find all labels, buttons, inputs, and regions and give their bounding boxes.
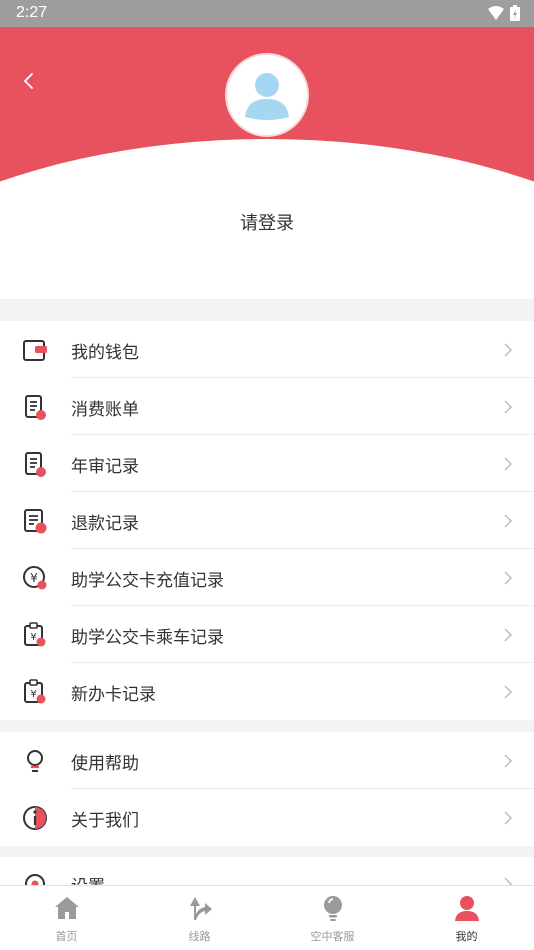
bottom-tab-bar: 首页 线路 空中客服 我的 bbox=[0, 885, 534, 950]
service-icon bbox=[324, 896, 342, 921]
annual-review-icon bbox=[25, 452, 46, 477]
tab-mine[interactable]: 我的 bbox=[400, 886, 533, 950]
recharge-icon: ¥ bbox=[23, 566, 47, 590]
new-card-icon: ¥ bbox=[24, 679, 46, 704]
chevron-right-icon bbox=[504, 514, 513, 528]
battery-icon bbox=[510, 5, 520, 21]
menu-section-records: 我的钱包 消费账单 年审记录 退款记录 ¥ 助学公交卡充值记录 ¥ 助学公交卡乘… bbox=[0, 321, 534, 720]
menu-item-ride-record[interactable]: ¥ 助学公交卡乘车记录 bbox=[0, 606, 534, 663]
svg-text:¥: ¥ bbox=[30, 571, 38, 585]
menu-item-about[interactable]: 关于我们 bbox=[0, 789, 534, 846]
default-avatar-icon bbox=[245, 73, 289, 120]
login-prompt[interactable]: 请登录 bbox=[0, 209, 534, 235]
user-icon bbox=[455, 896, 479, 921]
menu-label: 消费账单 bbox=[71, 400, 139, 420]
menu-item-settings[interactable]: 设置 bbox=[0, 857, 534, 885]
bill-icon bbox=[25, 395, 46, 420]
tab-label: 空中客服 bbox=[310, 930, 355, 943]
menu-label: 年审记录 bbox=[71, 457, 139, 477]
chevron-right-icon bbox=[504, 571, 513, 585]
profile-header: 请登录 bbox=[0, 27, 534, 299]
tab-label: 首页 bbox=[55, 930, 78, 943]
chevron-right-icon bbox=[504, 400, 513, 414]
tab-service[interactable]: 空中客服 bbox=[266, 886, 399, 950]
chevron-right-icon bbox=[504, 628, 513, 642]
ride-record-icon: ¥ bbox=[24, 622, 46, 647]
chevron-right-icon bbox=[504, 343, 513, 357]
refund-icon bbox=[24, 509, 47, 534]
menu-item-new-card[interactable]: ¥ 新办卡记录 bbox=[0, 663, 534, 720]
menu-section-settings: 设置 bbox=[0, 857, 534, 885]
menu-item-bill[interactable]: 消费账单 bbox=[0, 378, 534, 435]
svg-text:¥: ¥ bbox=[30, 689, 36, 700]
tab-label: 我的 bbox=[455, 930, 478, 943]
wallet-icon bbox=[23, 340, 47, 361]
lightbulb-icon bbox=[27, 750, 43, 772]
menu-label: 设置 bbox=[71, 872, 105, 885]
menu-item-help[interactable]: 使用帮助 bbox=[0, 732, 534, 789]
menu-item-wallet[interactable]: 我的钱包 bbox=[0, 321, 534, 378]
avatar[interactable] bbox=[225, 53, 309, 137]
menu-section-help: 使用帮助 关于我们 bbox=[0, 732, 534, 846]
menu-label: 助学公交卡充值记录 bbox=[71, 571, 224, 591]
status-time: 2:27 bbox=[16, 4, 48, 21]
chevron-right-icon bbox=[504, 457, 513, 471]
tab-label: 线路 bbox=[188, 930, 211, 943]
tab-route[interactable]: 线路 bbox=[133, 886, 266, 950]
tab-home[interactable]: 首页 bbox=[0, 886, 133, 950]
chevron-right-icon bbox=[504, 685, 513, 699]
svg-text:¥: ¥ bbox=[30, 632, 36, 643]
menu-item-recharge-record[interactable]: ¥ 助学公交卡充值记录 bbox=[0, 549, 534, 606]
menu-item-refund[interactable]: 退款记录 bbox=[0, 492, 534, 549]
route-icon bbox=[190, 897, 212, 920]
menu-label: 关于我们 bbox=[71, 811, 139, 831]
menu-label: 使用帮助 bbox=[71, 754, 139, 774]
chevron-right-icon bbox=[504, 754, 513, 768]
chevron-right-icon bbox=[504, 811, 513, 825]
settings-icon bbox=[25, 874, 45, 885]
menu-label: 新办卡记录 bbox=[71, 685, 156, 705]
home-icon bbox=[55, 897, 79, 919]
menu-label: 我的钱包 bbox=[71, 343, 139, 363]
menu-label: 退款记录 bbox=[71, 514, 139, 534]
chevron-right-icon bbox=[504, 877, 513, 885]
info-icon bbox=[23, 806, 47, 830]
back-icon[interactable] bbox=[18, 69, 40, 93]
status-bar: 2:27 bbox=[0, 0, 534, 27]
menu-item-annual-review[interactable]: 年审记录 bbox=[0, 435, 534, 492]
menu-label: 助学公交卡乘车记录 bbox=[71, 628, 224, 648]
wifi-icon bbox=[488, 6, 504, 20]
